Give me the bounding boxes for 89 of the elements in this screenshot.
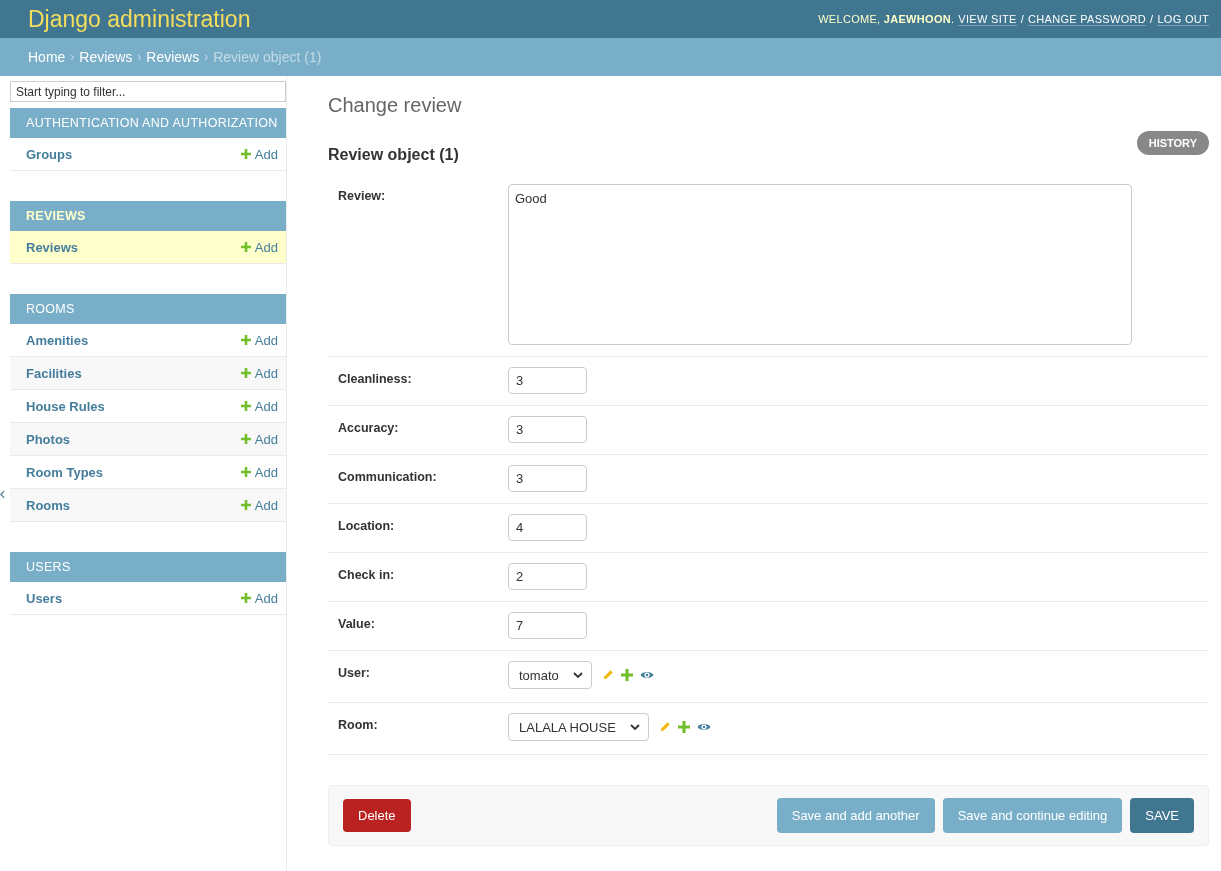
model-link[interactable]: Groups bbox=[26, 146, 73, 162]
save-button[interactable]: SAVE bbox=[1130, 798, 1194, 833]
add-link[interactable]: Add bbox=[240, 332, 278, 348]
plus-icon[interactable] bbox=[620, 669, 633, 681]
number-field[interactable]: 2 bbox=[508, 563, 587, 590]
add-link[interactable]: Add bbox=[240, 146, 278, 162]
plus-icon bbox=[240, 335, 251, 345]
section-header[interactable]: REVIEWS bbox=[10, 201, 286, 231]
section-header[interactable]: ROOMS bbox=[10, 294, 286, 324]
number-field[interactable]: 3 bbox=[508, 416, 587, 443]
plus-icon bbox=[240, 401, 251, 411]
section-header[interactable]: AUTHENTICATION AND AUTHORIZATION bbox=[10, 108, 286, 138]
eye-icon[interactable] bbox=[639, 670, 654, 680]
number-field[interactable]: 3 bbox=[508, 367, 587, 394]
add-label: Add bbox=[254, 497, 278, 513]
plus-icon bbox=[240, 500, 251, 510]
add-link[interactable]: Add bbox=[240, 239, 278, 255]
model-link[interactable]: Reviews bbox=[26, 239, 79, 255]
model-link[interactable]: Facilities bbox=[26, 365, 82, 381]
plus-icon bbox=[240, 593, 251, 603]
add-label: Add bbox=[254, 464, 278, 480]
add-label: Add bbox=[254, 398, 278, 414]
add-link[interactable]: Add bbox=[240, 365, 278, 381]
select-dropdown[interactable]: LALALA HOUSE bbox=[508, 713, 649, 741]
save-button[interactable]: Save and continue editing bbox=[942, 798, 1123, 833]
model-link[interactable]: Amenities bbox=[26, 332, 89, 348]
add-link[interactable]: Add bbox=[240, 590, 278, 606]
pencil-icon[interactable] bbox=[601, 669, 614, 681]
link-separator: / bbox=[1020, 13, 1025, 25]
delete-button[interactable]: Delete bbox=[343, 799, 411, 832]
model-link[interactable]: Room Types bbox=[26, 464, 104, 480]
breadcrumb-link[interactable]: Home bbox=[28, 49, 66, 65]
eye-icon[interactable] bbox=[696, 722, 711, 732]
save-button[interactable]: Save and add another bbox=[776, 798, 935, 833]
page-title: Change review bbox=[328, 94, 463, 117]
plus-icon bbox=[240, 242, 251, 252]
plus-icon bbox=[240, 467, 251, 477]
chevron-icon[interactable] bbox=[0, 490, 5, 499]
add-label: Add bbox=[254, 332, 278, 348]
field-label: Accuracy: bbox=[338, 420, 400, 435]
caret-icon bbox=[572, 672, 583, 678]
field-label: Check in: bbox=[338, 567, 396, 582]
breadcrumb-link[interactable]: Reviews bbox=[146, 49, 200, 65]
breadcrumb-link[interactable]: Reviews bbox=[79, 49, 133, 65]
number-field[interactable]: 3 bbox=[508, 465, 587, 492]
breadcrumb-separator: › bbox=[137, 50, 142, 64]
add-label: Add bbox=[254, 590, 278, 606]
header-link[interactable]: VIEW SITE bbox=[958, 12, 1017, 26]
model-link[interactable]: Photos bbox=[26, 431, 71, 447]
add-label: Add bbox=[254, 431, 278, 447]
history-button[interactable]: HISTORY bbox=[1136, 131, 1209, 155]
plus-icon[interactable] bbox=[677, 721, 690, 733]
field-label: Communication: bbox=[338, 469, 438, 484]
welcome-text: WELCOME, JAEWHOON. bbox=[818, 13, 955, 25]
add-link[interactable]: Add bbox=[240, 464, 278, 480]
model-link[interactable]: House Rules bbox=[26, 398, 105, 414]
filter-field[interactable]: Start typing to filter... bbox=[10, 81, 286, 102]
add-label: Add bbox=[254, 365, 278, 381]
field-label: User: bbox=[338, 665, 371, 680]
field-label: Location: bbox=[338, 518, 396, 533]
model-link[interactable]: Users bbox=[26, 590, 63, 606]
add-link[interactable]: Add bbox=[240, 497, 278, 513]
caret-icon bbox=[629, 724, 640, 730]
link-separator: / bbox=[1150, 13, 1154, 25]
select-dropdown[interactable]: tomato bbox=[508, 661, 592, 689]
breadcrumb-separator: › bbox=[70, 50, 75, 64]
field-label: Review: bbox=[338, 188, 387, 203]
field-label: Value: bbox=[338, 616, 376, 631]
section-header[interactable]: USERS bbox=[10, 552, 286, 582]
breadcrumb-separator: › bbox=[204, 50, 209, 64]
add-label: Add bbox=[254, 239, 278, 255]
field-label: Room: bbox=[338, 717, 379, 732]
breadcrumb-current: Review object (1) bbox=[213, 49, 322, 65]
review-textarea[interactable]: Good bbox=[508, 184, 1132, 345]
number-field[interactable]: 4 bbox=[508, 514, 587, 541]
add-link[interactable]: Add bbox=[240, 431, 278, 447]
field-label: Cleanliness: bbox=[338, 371, 413, 386]
add-link[interactable]: Add bbox=[240, 398, 278, 414]
model-link[interactable]: Rooms bbox=[26, 497, 71, 513]
number-field[interactable]: 7 bbox=[508, 612, 587, 639]
plus-icon bbox=[240, 434, 251, 444]
add-label: Add bbox=[254, 146, 278, 162]
pencil-icon[interactable] bbox=[658, 721, 671, 733]
header-link[interactable]: CHANGE PASSWORD bbox=[1028, 12, 1147, 26]
plus-icon bbox=[240, 149, 251, 159]
object-title: Review object (1) bbox=[328, 146, 459, 164]
site-title: Django administration bbox=[28, 5, 251, 33]
header-link[interactable]: LOG OUT bbox=[1157, 12, 1209, 26]
plus-icon bbox=[240, 368, 251, 378]
